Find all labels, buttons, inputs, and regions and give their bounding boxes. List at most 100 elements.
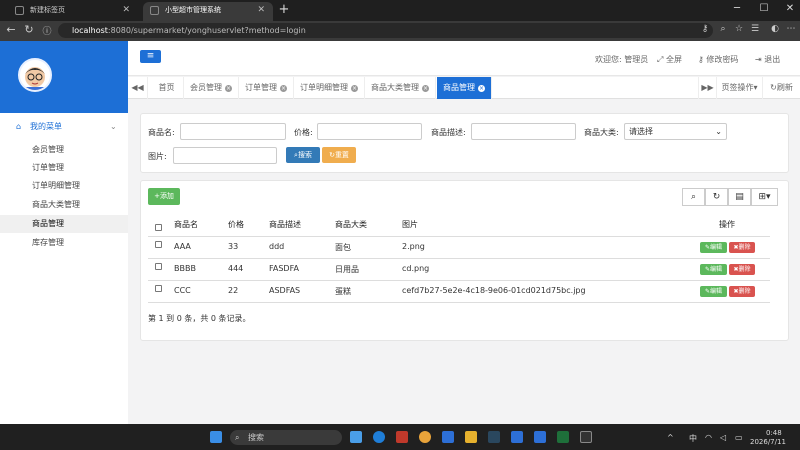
- delete-button[interactable]: ✖删除: [729, 264, 755, 275]
- reload-icon[interactable]: ↻: [22, 23, 36, 36]
- favorites-icon[interactable]: ☰: [748, 24, 762, 34]
- tab-categories[interactable]: 商品大类管理 ×: [365, 77, 436, 99]
- key-icon[interactable]: ⚷: [698, 24, 712, 34]
- edge-icon[interactable]: [373, 431, 385, 443]
- fullscreen-button[interactable]: ⤢ 全屏: [657, 54, 682, 65]
- cell-category: 蛋糕: [335, 287, 351, 296]
- refresh-table-button[interactable]: ↻: [705, 188, 728, 206]
- close-tab-icon[interactable]: ×: [280, 85, 287, 92]
- app-icon[interactable]: [396, 431, 408, 443]
- edit-button[interactable]: ✎编辑: [700, 242, 727, 253]
- browser-tab-active[interactable]: 小型超市管理系统 ✕: [143, 2, 273, 21]
- chrome-icon[interactable]: [419, 431, 431, 443]
- close-tab-icon[interactable]: ✕: [122, 2, 130, 19]
- image-input[interactable]: [173, 147, 277, 164]
- folder-icon[interactable]: [465, 431, 477, 443]
- toggle-view-button[interactable]: ▤: [728, 188, 751, 206]
- back-icon[interactable]: ←: [4, 23, 18, 36]
- delete-button[interactable]: ✖删除: [729, 286, 755, 297]
- sidebar-item-categories[interactable]: 商品大类管理: [0, 196, 128, 214]
- search-button[interactable]: ⌕搜索: [286, 147, 320, 163]
- app-icon[interactable]: [442, 431, 454, 443]
- refresh-tab-button[interactable]: ↻刷新: [763, 77, 800, 99]
- change-password-button[interactable]: ⚷ 修改密码: [698, 54, 738, 65]
- close-tab-icon[interactable]: ×: [351, 85, 358, 92]
- chevron-up-icon[interactable]: ^: [667, 433, 674, 442]
- row-checkbox[interactable]: [155, 263, 162, 270]
- edit-label: 编辑: [710, 288, 723, 295]
- new-tab-button[interactable]: +: [277, 1, 291, 19]
- tabs-scroll-left-button[interactable]: ◀◀: [128, 77, 148, 99]
- description-input[interactable]: [471, 123, 576, 140]
- column-header-image[interactable]: 图片: [402, 219, 418, 230]
- start-icon[interactable]: [210, 431, 222, 443]
- edit-button[interactable]: ✎编辑: [700, 264, 727, 275]
- avatar[interactable]: [18, 58, 52, 92]
- ime-indicator[interactable]: 中: [689, 433, 697, 444]
- battery-icon[interactable]: ▭: [735, 433, 743, 442]
- sidebar-menu-header[interactable]: ⌂ 我的菜单 ⌄: [0, 118, 128, 136]
- row-checkbox[interactable]: [155, 285, 162, 292]
- tab-label: 会员管理: [190, 83, 222, 92]
- volume-icon[interactable]: ◁: [720, 433, 726, 442]
- minimize-icon[interactable]: ─: [730, 3, 744, 14]
- more-icon[interactable]: ⋯: [784, 24, 798, 34]
- app-icon[interactable]: [511, 431, 523, 443]
- tab-home[interactable]: 首页: [150, 77, 184, 99]
- tab-products[interactable]: 商品管理 ×: [437, 77, 492, 99]
- maximize-icon[interactable]: ☐: [757, 3, 771, 14]
- delete-button[interactable]: ✖删除: [729, 242, 755, 253]
- column-header-price[interactable]: 价格: [228, 219, 244, 230]
- zoom-icon[interactable]: ⌕: [716, 24, 730, 34]
- reset-button[interactable]: ↻重置: [322, 147, 356, 163]
- vscode-icon[interactable]: [350, 431, 362, 443]
- sidebar-item-order-details[interactable]: 订单明细管理: [0, 177, 128, 195]
- column-header-category[interactable]: 商品大类: [335, 219, 367, 230]
- sidebar-item-products[interactable]: 商品管理: [0, 215, 128, 233]
- tab-members[interactable]: 会员管理 ×: [184, 77, 239, 99]
- close-tab-icon[interactable]: ×: [422, 85, 429, 92]
- steam-icon[interactable]: [488, 431, 500, 443]
- row-checkbox[interactable]: [155, 241, 162, 248]
- tab-orders[interactable]: 订单管理 ×: [239, 77, 294, 99]
- price-input[interactable]: [317, 123, 422, 140]
- cell-price: 33: [228, 242, 239, 251]
- columns-dropdown-button[interactable]: ⊞▾: [751, 188, 778, 206]
- search-toggle-button[interactable]: ⌕: [682, 188, 705, 206]
- category-select[interactable]: 请选择 ⌄: [624, 123, 727, 140]
- app-icon[interactable]: [534, 431, 546, 443]
- tab-order-details[interactable]: 订单明细管理 ×: [294, 77, 365, 99]
- close-tab-icon[interactable]: ×: [478, 85, 485, 92]
- edit-button[interactable]: ✎编辑: [700, 286, 727, 297]
- sidebar-item-orders[interactable]: 订单管理: [0, 159, 128, 177]
- cell-category: 面包: [335, 243, 351, 252]
- sidebar-item-label: 订单明细管理: [32, 181, 80, 190]
- menu-toggle-button[interactable]: ≡: [140, 50, 161, 63]
- column-header-name[interactable]: 商品名: [174, 219, 198, 230]
- sidebar-item-members[interactable]: 会员管理: [0, 141, 128, 159]
- taskbar-search[interactable]: ⌕ 搜索: [230, 430, 342, 445]
- tabs-scroll-right-button[interactable]: ▶▶: [698, 77, 717, 99]
- select-all-checkbox[interactable]: [155, 224, 162, 231]
- url-path: :8080/supermarket/yonghuservlet?method=l…: [107, 26, 306, 35]
- close-window-icon[interactable]: ✕: [783, 3, 797, 14]
- sidebar-item-inventory[interactable]: 库存管理: [0, 234, 128, 252]
- list-icon: ▤: [735, 192, 744, 202]
- terminal-icon[interactable]: [580, 431, 592, 443]
- clock-time[interactable]: 0:48: [766, 429, 782, 437]
- product-name-input[interactable]: [180, 123, 286, 140]
- wifi-icon[interactable]: ◠: [705, 433, 712, 442]
- profile-icon[interactable]: ◐: [768, 24, 782, 34]
- close-tab-icon[interactable]: ×: [225, 85, 232, 92]
- address-bar[interactable]: localhost:8080/supermarket/yonghuservlet…: [58, 23, 713, 38]
- close-tab-icon[interactable]: ✕: [257, 2, 265, 19]
- browser-tab-new[interactable]: 新建标签页 ✕: [8, 2, 138, 21]
- tab-operations-dropdown[interactable]: 页签操作▾: [717, 77, 763, 99]
- info-icon[interactable]: ⓘ: [40, 24, 54, 37]
- clock-date[interactable]: 2026/7/11: [750, 438, 786, 446]
- add-button[interactable]: +添加: [148, 188, 180, 205]
- star-icon[interactable]: ☆: [732, 24, 746, 34]
- logout-button[interactable]: ⇥ 退出: [755, 54, 780, 65]
- app-icon[interactable]: [557, 431, 569, 443]
- column-header-description[interactable]: 商品描述: [269, 219, 301, 230]
